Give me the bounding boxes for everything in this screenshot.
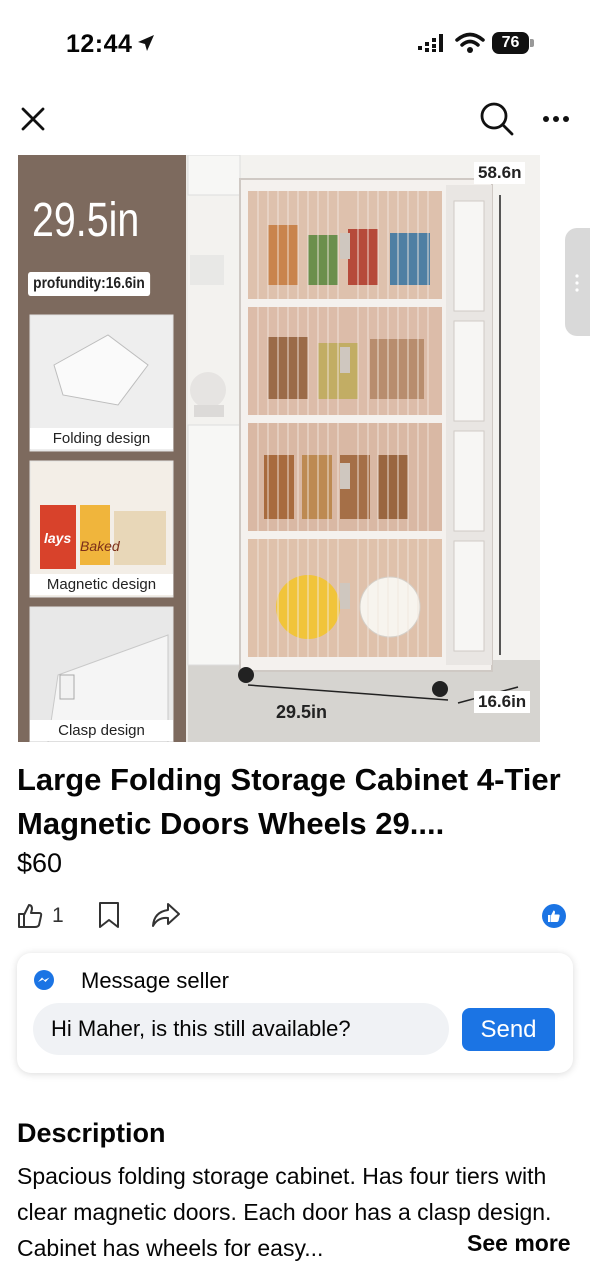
send-button[interactable]: Send [462,1008,555,1051]
messenger-icon [34,970,54,990]
search-icon[interactable] [478,100,516,138]
description-heading: Description [17,1118,166,1148]
brand-text-baked: Baked [80,538,120,554]
product-photo[interactable]: 29.5in profundity:16.6in Folding design … [18,155,540,742]
brand-text-lays: lays [44,530,72,546]
depth-label: profundity:16.6in [28,272,150,296]
like-button[interactable]: 1 [16,900,76,930]
message-input[interactable] [33,1003,449,1055]
status-time: 12:44 [66,30,133,58]
like-reaction-icon[interactable] [542,904,566,928]
dimension-depth: 16.6in [474,691,531,713]
status-bar: 12:44 76 [0,0,590,90]
height-label: 29.5in [32,194,140,247]
feature-clasp-label: Clasp design [30,720,173,741]
message-seller-card: Message seller Send [17,953,573,1073]
see-more-link[interactable]: See more [461,1230,571,1257]
listing-title: Large Folding Storage Cabinet 4-Tier Mag… [17,762,561,841]
battery-level: 76 [492,32,529,54]
image-carousel-handle[interactable] [565,228,590,336]
vertical-dots-icon [575,274,579,292]
feature-magnetic-label: Magnetic design [30,574,173,595]
like-count: 1 [52,904,64,927]
dimension-width: 29.5in [276,702,328,722]
save-icon[interactable] [96,900,122,930]
like-icon [18,904,43,928]
cellular-signal-icon [418,34,443,52]
location-arrow-icon [138,35,154,51]
nav-bar [0,90,590,152]
dimension-height: 58.6n [474,162,526,184]
message-seller-title: Message seller [81,968,229,993]
listing-price: $60 [17,848,63,878]
more-icon[interactable] [538,105,574,133]
close-icon[interactable] [16,102,50,136]
action-row: 1 [0,898,590,934]
share-icon[interactable] [150,900,182,930]
wifi-icon [455,32,485,53]
feature-folding-label: Folding design [30,428,173,449]
battery-icon: 76 [492,32,534,54]
